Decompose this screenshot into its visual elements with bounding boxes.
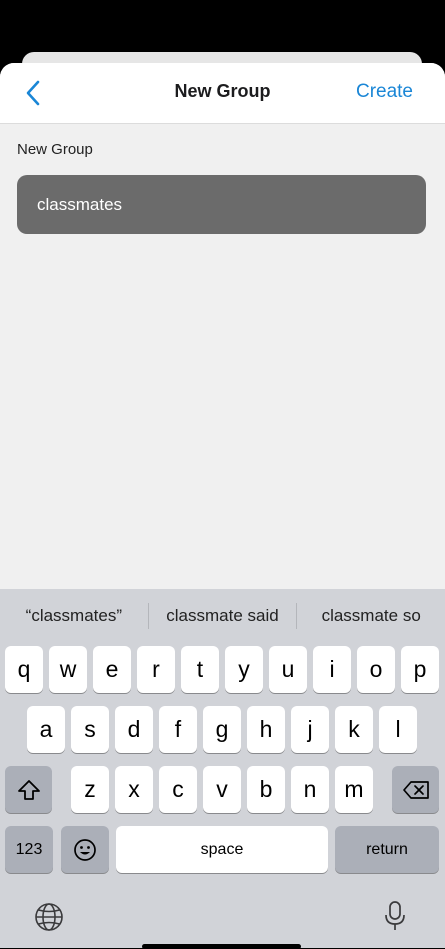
group-name-value: classmates bbox=[37, 194, 123, 214]
backspace-icon bbox=[402, 780, 429, 799]
globe-icon bbox=[35, 903, 63, 931]
nav-bar: New Group Create bbox=[0, 63, 445, 124]
microphone-icon bbox=[385, 901, 405, 930]
key-v[interactable]: v bbox=[203, 766, 241, 813]
group-name-input[interactable]: classmates bbox=[17, 175, 426, 234]
shift-icon bbox=[17, 779, 40, 800]
home-indicator bbox=[142, 944, 301, 949]
key-s[interactable]: s bbox=[71, 706, 109, 753]
key-x[interactable]: x bbox=[115, 766, 153, 813]
key-y[interactable]: y bbox=[225, 646, 263, 693]
key-z[interactable]: z bbox=[71, 766, 109, 813]
create-button[interactable]: Create bbox=[356, 81, 413, 103]
key-j[interactable]: j bbox=[291, 706, 329, 753]
key-k[interactable]: k bbox=[335, 706, 373, 753]
shift-key[interactable] bbox=[5, 766, 52, 813]
key-c[interactable]: c bbox=[159, 766, 197, 813]
dictation-button[interactable] bbox=[378, 897, 412, 935]
key-p[interactable]: p bbox=[401, 646, 439, 693]
space-key[interactable]: space bbox=[116, 826, 328, 873]
key-b[interactable]: b bbox=[247, 766, 285, 813]
key-f[interactable]: f bbox=[159, 706, 197, 753]
suggestion-bar: “classmates” classmate said classmate so bbox=[0, 589, 445, 643]
keyboard: “classmates” classmate said classmate so… bbox=[0, 589, 445, 948]
return-key[interactable]: return bbox=[335, 826, 439, 873]
key-i[interactable]: i bbox=[313, 646, 351, 693]
numbers-key[interactable]: 123 bbox=[5, 826, 53, 873]
key-a[interactable]: a bbox=[27, 706, 65, 753]
key-t[interactable]: t bbox=[181, 646, 219, 693]
key-r[interactable]: r bbox=[137, 646, 175, 693]
key-h[interactable]: h bbox=[247, 706, 285, 753]
suggestion-1[interactable]: “classmates” bbox=[0, 606, 148, 626]
key-n[interactable]: n bbox=[291, 766, 329, 813]
emoji-key[interactable] bbox=[61, 826, 109, 873]
suggestion-3[interactable]: classmate so bbox=[297, 606, 445, 626]
key-q[interactable]: q bbox=[5, 646, 43, 693]
delete-key[interactable] bbox=[392, 766, 439, 813]
key-o[interactable]: o bbox=[357, 646, 395, 693]
key-m[interactable]: m bbox=[335, 766, 373, 813]
key-u[interactable]: u bbox=[269, 646, 307, 693]
section-label: New Group bbox=[17, 141, 93, 158]
key-g[interactable]: g bbox=[203, 706, 241, 753]
key-e[interactable]: e bbox=[93, 646, 131, 693]
key-l[interactable]: l bbox=[379, 706, 417, 753]
emoji-icon bbox=[74, 838, 96, 861]
key-w[interactable]: w bbox=[49, 646, 87, 693]
globe-button[interactable] bbox=[31, 899, 67, 935]
suggestion-2[interactable]: classmate said bbox=[149, 606, 297, 626]
key-d[interactable]: d bbox=[115, 706, 153, 753]
